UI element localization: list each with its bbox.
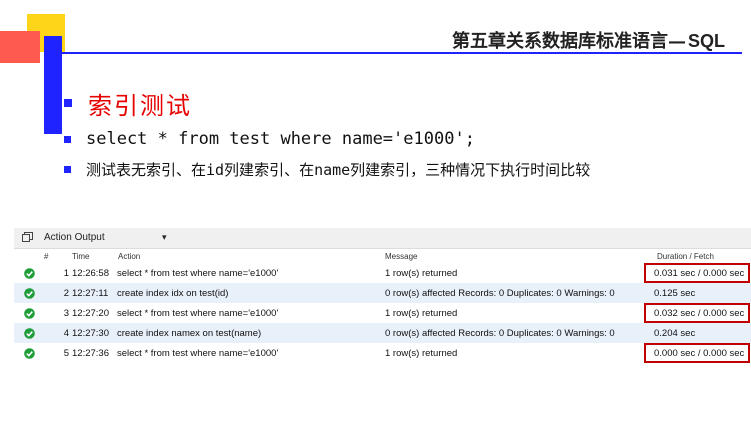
decoration-red-square [0,31,40,63]
row-time: 12:27:36 [72,348,109,359]
table-row[interactable]: 1 12:26:58 select * from test where name='… [14,263,751,283]
bullet-square-icon [64,166,71,173]
duration-highlight-box [644,263,750,283]
row-time: 12:26:58 [72,268,109,279]
success-check-icon [24,328,35,339]
success-check-icon [24,268,35,279]
description-text: 测试表无索引、在id列建索引、在name列建索引，三种情况下执行时间比较 [86,161,591,179]
sql-statement-text: select * from test where name='e1000'; [86,129,475,149]
row-time: 12:27:30 [72,328,109,339]
row-action: select * from test where name='e1000' [117,268,279,279]
row-index: 2 [63,288,69,299]
row-action: create index namex on test(name) [117,328,262,339]
row-time: 12:27:20 [72,308,109,319]
column-header-action[interactable]: Action [118,252,140,261]
table-row[interactable]: 3 12:27:20 select * from test where name='… [14,303,751,323]
row-index: 3 [63,308,69,319]
table-row[interactable]: 5 12:27:36 select * from test where name='… [14,343,751,363]
table-header: # Time Action Message Duration / Fetch [14,249,751,263]
row-index: 5 [63,348,69,359]
output-pane-icon[interactable] [22,232,33,242]
row-message: 1 row(s) returned [385,348,458,359]
table-row[interactable]: 2 12:27:11 create index idx on test(id) 0 r… [14,283,751,303]
row-duration: 0.125 sec [654,288,696,299]
row-message: 0 row(s) affected Records: 0 Duplicates:… [385,288,615,299]
chapter-title-text: 第五章关系数据库标准语言— [451,31,686,52]
row-message: 0 row(s) affected Records: 0 Duplicates:… [385,328,615,339]
success-check-icon [24,348,35,359]
row-index: 1 [63,268,69,279]
row-index: 4 [63,328,69,339]
row-time: 12:27:11 [72,288,109,299]
caret-down-icon[interactable]: ▾ [162,232,167,243]
column-header-index[interactable]: # [44,252,48,261]
duration-highlight-box [644,343,750,363]
action-output-panel: Action Output ▾ # Time Action Message Du… [14,228,751,373]
success-check-icon [24,288,35,299]
row-action: create index idx on test(id) [117,288,229,299]
slide-heading: 索引测试 [88,92,192,120]
column-header-duration[interactable]: Duration / Fetch [657,252,714,261]
decoration-blue-bar [44,36,62,134]
row-message: 1 row(s) returned [385,308,458,319]
bullet-square-icon [64,136,71,143]
chapter-title-sql: SQL [687,31,725,51]
column-header-time[interactable]: Time [72,252,89,261]
row-duration: 0.204 sec [654,328,696,339]
chapter-title: 第五章关系数据库标准语言— SQL [452,27,725,53]
row-action: select * from test where name='e1000' [117,308,279,319]
column-header-message[interactable]: Message [385,252,417,261]
duration-highlight-box [644,303,750,323]
row-message: 1 row(s) returned [385,268,458,279]
panel-title: Action Output [44,232,105,243]
row-action: select * from test where name='e1000' [117,348,279,359]
success-check-icon [24,308,35,319]
bullet-square-icon [64,99,72,107]
panel-toolbar: Action Output ▾ [14,228,751,249]
table-row[interactable]: 4 12:27:30 create index namex on test(name… [14,323,751,343]
